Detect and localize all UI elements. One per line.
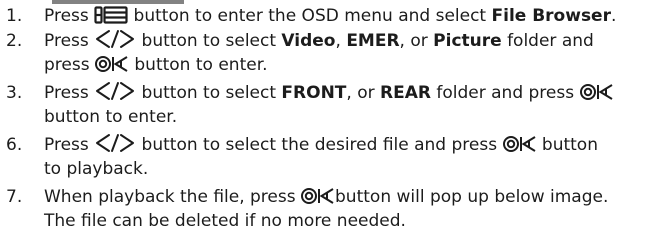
- ok-icon: [94, 55, 129, 80]
- step-line: Press button to select FRONT, or REAR fo…: [44, 81, 640, 105]
- step-text: The file can be deleted if no more neede…: [44, 211, 406, 231]
- step-text: button to select: [136, 31, 282, 51]
- left-right-arrows-icon: [94, 133, 136, 160]
- step-text: When playback the file, press: [44, 187, 302, 207]
- step-text: folder and: [501, 31, 594, 51]
- ui-term: File Browser: [491, 6, 611, 26]
- left-right-arrows-icon: [94, 81, 136, 108]
- step-text: , or: [346, 83, 381, 103]
- ui-term: FRONT: [281, 83, 347, 103]
- step-text: button: [536, 135, 598, 155]
- ui-term: Video: [281, 31, 336, 51]
- step-line: Press button to select Video, EMER, or P…: [44, 29, 640, 53]
- ui-term: REAR: [380, 83, 431, 103]
- instruction-list: 1. Press button to enter the OSD menu and…: [0, 4, 646, 237]
- ok-icon: [579, 83, 614, 108]
- left-right-arrows-icon: [94, 29, 136, 56]
- instruction-step: 2. Press button to select Video, EMER, or…: [0, 29, 646, 77]
- step-line: The file can be deleted if no more neede…: [44, 209, 640, 233]
- step-text: to playback.: [44, 159, 149, 179]
- step-number: 3.: [6, 83, 23, 103]
- step-text: Press: [44, 135, 95, 155]
- step-text: press: [44, 55, 95, 75]
- step-text: Press: [44, 31, 95, 51]
- step-text: button will pop up below image.: [335, 187, 609, 207]
- instruction-step: 6. Press button to select the desired fil…: [0, 133, 646, 181]
- ui-term: EMER: [346, 31, 400, 51]
- instruction-step: 7. When playback the file, press button w…: [0, 185, 646, 233]
- step-text: button to select: [136, 83, 282, 103]
- step-line: button to enter.: [44, 105, 640, 129]
- step-text: ,: [335, 31, 347, 51]
- instruction-step: 1. Press button to enter the OSD menu and…: [0, 4, 646, 28]
- step-number: 6.: [6, 135, 23, 155]
- step-line: When playback the file, press button wil…: [44, 185, 640, 209]
- step-text: , or: [399, 31, 434, 51]
- step-text: Press: [44, 6, 95, 26]
- step-number: 1.: [6, 6, 23, 26]
- instruction-step: 3. Press button to select FRONT, or REAR …: [0, 81, 646, 129]
- step-line: Press button to select the desired file …: [44, 133, 640, 157]
- step-text: button to select the desired file and pr…: [136, 135, 503, 155]
- menu-icon: [94, 6, 128, 31]
- step-text: Press: [44, 83, 95, 103]
- ok-icon: [502, 135, 537, 160]
- step-text: button to enter the OSD menu and select: [128, 6, 492, 26]
- step-text: button to enter.: [128, 55, 268, 75]
- ui-term: Picture: [433, 31, 502, 51]
- step-number: 2.: [6, 31, 23, 51]
- step-line: to playback.: [44, 157, 640, 181]
- step-text: .: [610, 6, 617, 26]
- step-text: button to enter.: [44, 107, 178, 127]
- step-line: press button to enter.: [44, 53, 640, 77]
- step-text: folder and press: [430, 83, 580, 103]
- step-number: 7.: [6, 187, 23, 207]
- step-line: Press button to enter the OSD menu and s…: [44, 4, 640, 28]
